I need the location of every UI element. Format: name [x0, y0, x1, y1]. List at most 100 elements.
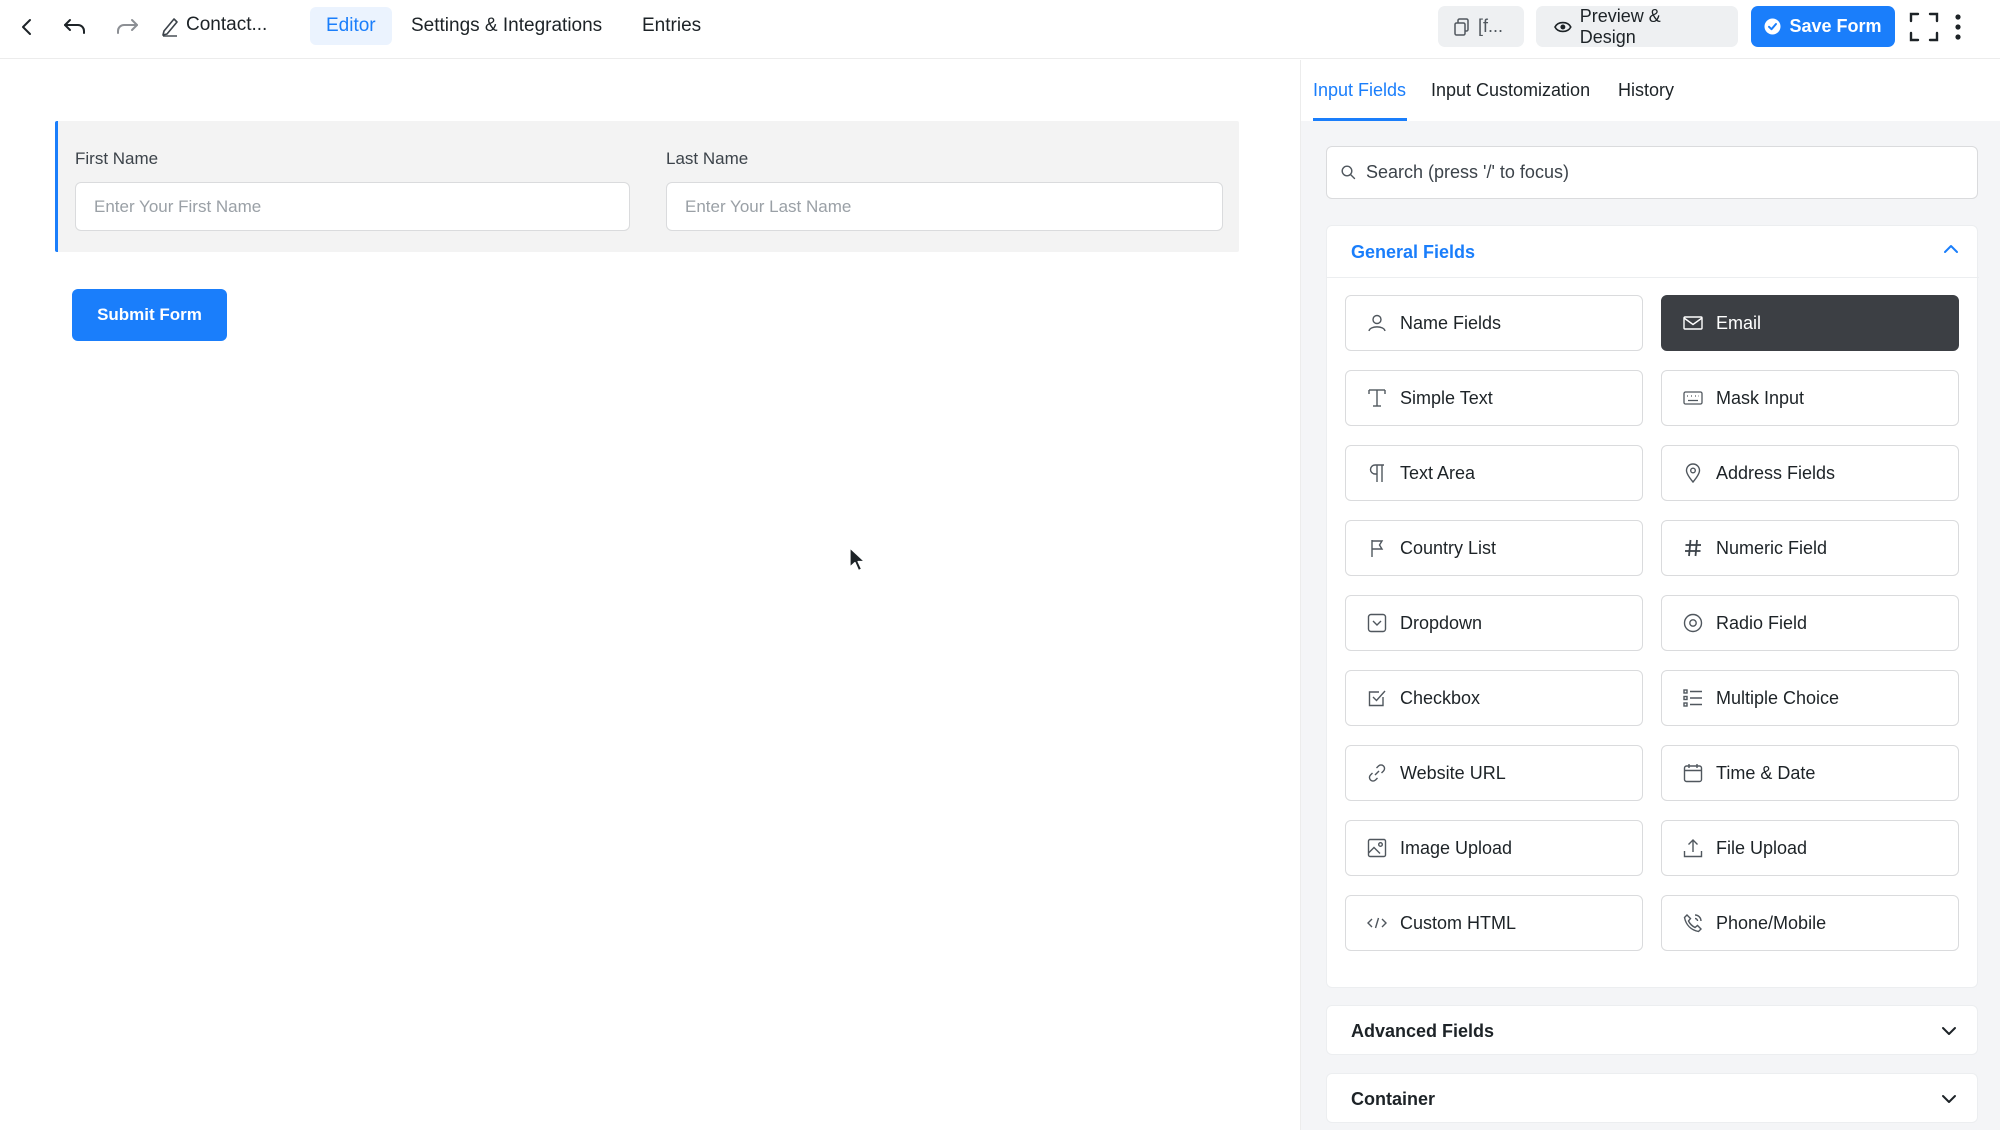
- field-image-upload[interactable]: Image Upload: [1345, 820, 1643, 876]
- tab-input-fields[interactable]: Input Fields: [1313, 80, 1406, 101]
- redo-icon[interactable]: [112, 12, 142, 42]
- general-fields-section: General Fields Name Fields Email Simple …: [1326, 225, 1979, 988]
- shortcode-label: [f...: [1478, 16, 1504, 36]
- field-label: Time & Date: [1716, 762, 1816, 783]
- field-label: Mask Input: [1716, 387, 1805, 408]
- form-canvas: First Name Enter Your First Name Last Na…: [0, 60, 1300, 1130]
- field-simple-text[interactable]: Simple Text: [1345, 370, 1643, 426]
- more-vertical-icon[interactable]: [1946, 12, 1970, 42]
- fields-panel: Input Fields Input Customization History…: [1300, 60, 2000, 1130]
- field-label: Dropdown: [1400, 612, 1483, 633]
- field-website-url[interactable]: Website URL: [1345, 745, 1643, 801]
- field-email[interactable]: Email: [1661, 295, 1959, 351]
- field-checkbox[interactable]: Checkbox: [1345, 670, 1643, 726]
- field-label: Radio Field: [1716, 612, 1808, 633]
- last-name-label: Last Name: [666, 149, 749, 168]
- field-multiple-choice[interactable]: Multiple Choice: [1661, 670, 1959, 726]
- fullscreen-icon[interactable]: [1907, 10, 1941, 44]
- field-label: Website URL: [1400, 762, 1506, 783]
- tab-entries[interactable]: Entries: [626, 7, 717, 45]
- undo-icon[interactable]: [60, 12, 90, 42]
- field-label: Checkbox: [1400, 687, 1481, 708]
- eye-icon: [1554, 21, 1572, 32]
- container-title: Container: [1351, 1089, 1436, 1109]
- calendar-icon: [1682, 762, 1704, 784]
- tab-history[interactable]: History: [1618, 80, 1674, 101]
- chevron-down-icon: [1942, 1095, 1956, 1103]
- back-arrow-icon[interactable]: [12, 12, 42, 42]
- field-label: Text Area: [1400, 462, 1476, 483]
- radio-icon: [1682, 612, 1704, 634]
- field-phone-mobile[interactable]: Phone/Mobile: [1661, 895, 1959, 951]
- field-mask-input[interactable]: Mask Input: [1661, 370, 1959, 426]
- general-fields-header[interactable]: General Fields: [1327, 226, 1979, 278]
- last-name-input[interactable]: Enter Your Last Name: [666, 182, 1223, 231]
- keyboard-icon: [1682, 387, 1704, 409]
- field-label: Numeric Field: [1716, 537, 1828, 558]
- panel-tabs: Input Fields Input Customization History: [1301, 60, 2000, 121]
- field-label: Email: [1716, 312, 1762, 333]
- field-country-list[interactable]: Country List: [1345, 520, 1643, 576]
- upload-icon: [1682, 837, 1704, 859]
- general-fields-title: General Fields: [1351, 242, 1476, 262]
- field-numeric-field[interactable]: Numeric Field: [1661, 520, 1959, 576]
- field-label: Simple Text: [1400, 387, 1493, 408]
- submit-form-button[interactable]: Submit Form: [72, 289, 227, 341]
- field-address-fields[interactable]: Address Fields: [1661, 445, 1959, 501]
- check-circle-icon: [1764, 18, 1781, 35]
- field-custom-html[interactable]: Custom HTML: [1345, 895, 1643, 951]
- shortcode-button[interactable]: [f...: [1438, 6, 1524, 47]
- field-label: Phone/Mobile: [1716, 912, 1827, 933]
- top-toolbar: Contact... Editor Settings & Integration…: [0, 0, 2000, 59]
- container-section[interactable]: Container: [1326, 1073, 1978, 1123]
- active-tab-indicator: [1313, 118, 1407, 121]
- first-name-label: First Name: [75, 149, 159, 168]
- text-cursor-icon: [1366, 387, 1388, 409]
- form-title[interactable]: Contact...: [186, 14, 267, 36]
- copy-icon: [1454, 17, 1469, 36]
- advanced-fields-title: Advanced Fields: [1351, 1021, 1495, 1041]
- field-name-fields[interactable]: Name Fields: [1345, 295, 1643, 351]
- field-dropdown[interactable]: Dropdown: [1345, 595, 1643, 651]
- list-icon: [1682, 687, 1704, 709]
- field-text-area[interactable]: Text Area: [1345, 445, 1643, 501]
- mouse-pointer-icon: [849, 547, 866, 572]
- edit-pencil-icon[interactable]: [160, 15, 180, 37]
- tab-settings-integrations[interactable]: Settings & Integrations: [395, 7, 618, 45]
- paragraph-icon: [1366, 462, 1388, 484]
- chevron-up-icon: [1944, 245, 1958, 253]
- field-label: Address Fields: [1716, 462, 1836, 483]
- preview-design-button[interactable]: Preview & Design: [1536, 6, 1738, 47]
- field-search-input[interactable]: Search (press '/' to focus): [1326, 146, 1978, 199]
- field-label: Name Fields: [1400, 312, 1502, 333]
- envelope-icon: [1682, 312, 1704, 334]
- flag-icon: [1366, 537, 1388, 559]
- user-icon: [1366, 312, 1388, 334]
- first-name-input[interactable]: Enter Your First Name: [75, 182, 630, 231]
- hash-icon: [1682, 537, 1704, 559]
- field-label: Custom HTML: [1400, 912, 1517, 933]
- field-label: Country List: [1400, 537, 1497, 558]
- image-icon: [1366, 837, 1388, 859]
- dropdown-icon: [1366, 612, 1388, 634]
- search-placeholder: Search (press '/' to focus): [1366, 162, 1569, 182]
- chevron-down-icon: [1942, 1027, 1956, 1035]
- code-icon: [1366, 912, 1388, 934]
- tab-input-customization[interactable]: Input Customization: [1431, 80, 1590, 101]
- map-pin-icon: [1682, 462, 1704, 484]
- field-file-upload[interactable]: File Upload: [1661, 820, 1959, 876]
- advanced-fields-section[interactable]: Advanced Fields: [1326, 1005, 1978, 1055]
- name-fields-row[interactable]: First Name Enter Your First Name Last Na…: [55, 121, 1239, 252]
- search-icon: [1341, 165, 1356, 180]
- save-label: Save Form: [1789, 16, 1882, 36]
- tab-editor[interactable]: Editor: [310, 7, 392, 45]
- field-radio-field[interactable]: Radio Field: [1661, 595, 1959, 651]
- field-time-date[interactable]: Time & Date: [1661, 745, 1959, 801]
- field-label: File Upload: [1716, 837, 1808, 858]
- field-label: Image Upload: [1400, 837, 1513, 858]
- preview-label: Preview & Design: [1579, 5, 1661, 47]
- phone-icon: [1682, 912, 1704, 934]
- checkbox-icon: [1366, 687, 1388, 709]
- link-icon: [1366, 762, 1388, 784]
- save-form-button[interactable]: Save Form: [1751, 6, 1895, 47]
